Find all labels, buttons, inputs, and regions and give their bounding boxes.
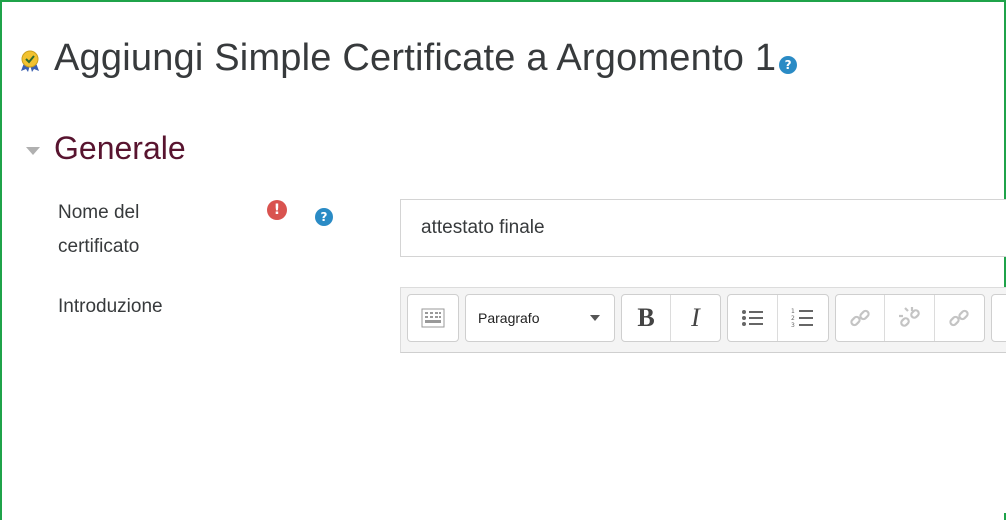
image-button[interactable] (992, 295, 1006, 341)
link-alt-icon (949, 309, 970, 327)
certificate-icon (21, 50, 39, 72)
link-icon (850, 309, 870, 327)
certificate-name-input[interactable] (400, 199, 1006, 257)
media-group (991, 294, 1006, 342)
link-alt-button[interactable] (935, 295, 984, 341)
chevron-down-icon (590, 315, 600, 321)
svg-text:1: 1 (791, 308, 795, 315)
format-select-group: Paragrafo (465, 294, 615, 342)
introduction-editor[interactable] (400, 353, 1006, 513)
paragraph-format-value: Paragrafo (478, 310, 540, 326)
svg-text:3: 3 (791, 322, 795, 329)
toolbar-toggle-button[interactable] (408, 295, 458, 341)
toolbar-toggle-icon (421, 308, 445, 328)
section-toggle-generale[interactable]: Generale (26, 130, 186, 167)
italic-icon: I (691, 303, 700, 332)
list-group: 123 (727, 294, 829, 342)
link-group (835, 294, 985, 342)
field-label-introduction: Introduzione (58, 296, 163, 317)
help-icon[interactable]: ? (779, 56, 798, 74)
unlink-button[interactable] (885, 295, 935, 341)
unlink-icon (898, 307, 920, 327)
link-button[interactable] (836, 295, 886, 341)
svg-text:2: 2 (791, 315, 795, 322)
section-title: Generale (54, 130, 186, 166)
text-style-group: B I (621, 294, 721, 342)
help-icon[interactable]: ? (315, 208, 333, 226)
bold-button[interactable]: B (622, 295, 672, 341)
ordered-list-button[interactable]: 123 (778, 295, 828, 341)
collapse-caret-icon[interactable] (26, 146, 40, 155)
bold-icon: B (637, 303, 655, 332)
unordered-list-button[interactable] (728, 295, 779, 341)
unordered-list-icon (741, 310, 763, 326)
editor-toolbar: Paragrafo B I 123 (400, 287, 1006, 353)
paragraph-format-select[interactable]: Paragrafo (466, 295, 614, 341)
page-title: Aggiungi Simple Certificate a Argomento … (54, 36, 777, 79)
required-icon: ! (267, 200, 287, 220)
ordered-list-icon: 123 (791, 308, 813, 329)
field-label-certificate-name: Nome del certificato (58, 202, 140, 257)
italic-button[interactable]: I (671, 295, 720, 341)
toolbar-toggle-group (407, 294, 459, 342)
page-heading: Aggiungi Simple Certificate a Argomento … (18, 28, 798, 88)
